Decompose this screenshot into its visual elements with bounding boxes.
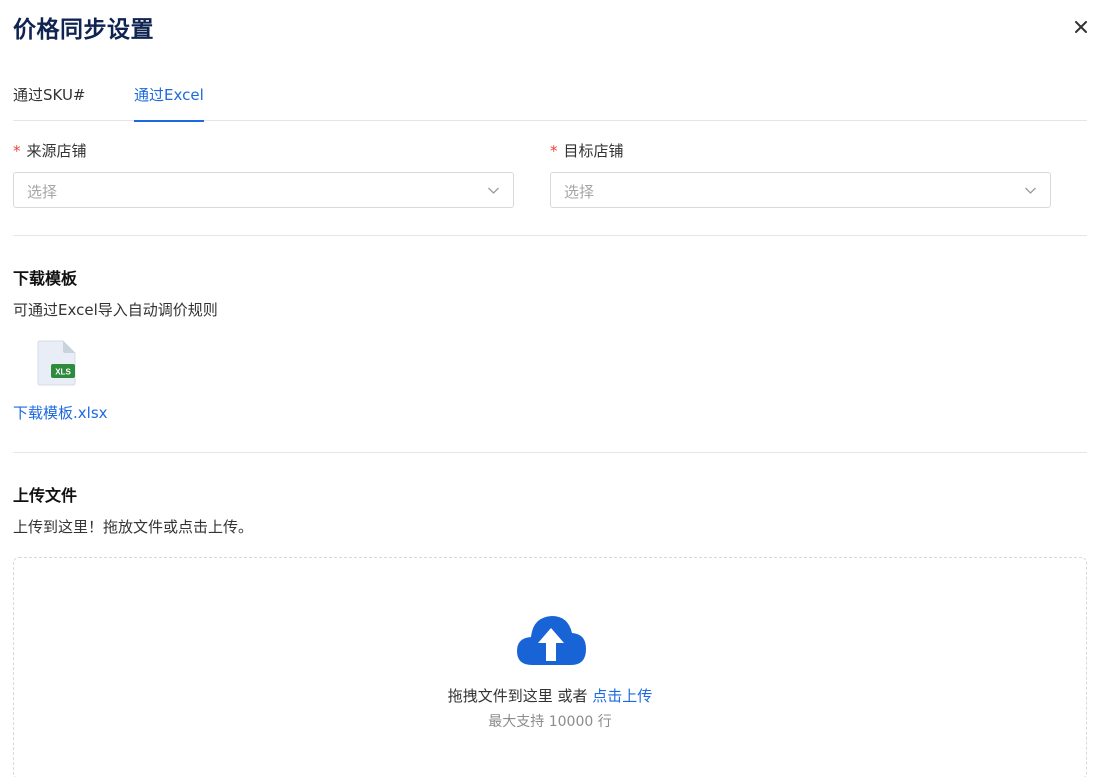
required-mark: * bbox=[550, 142, 558, 160]
source-shop-select[interactable]: 选择 bbox=[13, 172, 514, 208]
download-section-title: 下载模板 bbox=[13, 269, 78, 288]
upload-limit-hint: 最大支持 10000 行 bbox=[488, 714, 612, 730]
xls-badge-text: XLS bbox=[55, 368, 71, 377]
close-button[interactable] bbox=[1068, 14, 1094, 40]
upload-section-title: 上传文件 bbox=[13, 486, 78, 505]
source-shop-label: * 来源店铺 bbox=[13, 140, 87, 161]
drop-instruction: 拖拽文件到这里 或者 点击上传 bbox=[14, 685, 1086, 706]
divider bbox=[13, 235, 1087, 236]
cloud-upload-icon bbox=[517, 616, 586, 665]
required-mark: * bbox=[13, 142, 21, 160]
divider bbox=[13, 452, 1087, 453]
price-sync-dialog: 价格同步设置 通过SKU# 通过Excel * 来源店铺 选择 * 目标店铺 选择 … bbox=[0, 0, 1105, 777]
chevron-down-icon bbox=[488, 187, 499, 194]
target-shop-label-text: 目标店铺 bbox=[563, 142, 624, 160]
target-shop-label: * 目标店铺 bbox=[550, 140, 624, 161]
xls-file-icon[interactable]: XLS bbox=[37, 340, 77, 390]
tab-bar: 通过SKU# 通过Excel bbox=[13, 72, 1087, 122]
source-shop-placeholder: 选择 bbox=[27, 183, 58, 201]
tab-by-excel[interactable]: 通过Excel bbox=[134, 84, 204, 122]
tab-by-sku[interactable]: 通过SKU# bbox=[13, 84, 86, 121]
upload-section-description: 上传到这里！拖放文件或点击上传。 bbox=[13, 518, 254, 536]
close-icon bbox=[1075, 21, 1087, 33]
drop-text: 拖拽文件到这里 或者 bbox=[447, 687, 588, 705]
dialog-title: 价格同步设置 bbox=[13, 17, 154, 43]
download-section-description: 可通过Excel导入自动调价规则 bbox=[13, 301, 218, 319]
download-template-link[interactable]: 下载模板.xlsx bbox=[13, 402, 108, 423]
click-to-upload-link[interactable]: 点击上传 bbox=[592, 687, 652, 705]
target-shop-select[interactable]: 选择 bbox=[550, 172, 1051, 208]
file-dropzone[interactable]: 拖拽文件到这里 或者 点击上传 最大支持 10000 行 bbox=[13, 557, 1087, 777]
chevron-down-icon bbox=[1025, 187, 1036, 194]
source-shop-label-text: 来源店铺 bbox=[26, 142, 87, 160]
target-shop-placeholder: 选择 bbox=[564, 183, 595, 201]
